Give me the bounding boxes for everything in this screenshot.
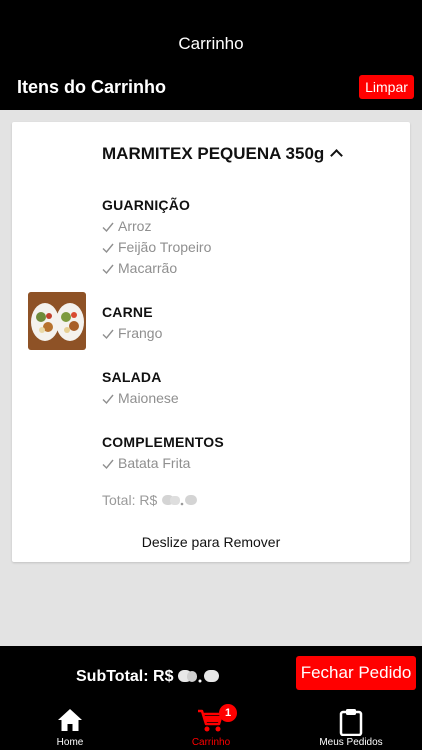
bottom-bar: SubTotal: R$ Fechar Pedido Home 1 Carrin… bbox=[0, 646, 422, 750]
option-label: Feijão Tropeiro bbox=[118, 239, 212, 255]
checkmark-icon bbox=[102, 459, 114, 469]
product-name-label: MARMITEX PEQUENA 350g bbox=[102, 144, 325, 163]
option-label: Arroz bbox=[118, 218, 152, 234]
page-title: Carrinho bbox=[178, 34, 244, 53]
checkout-button[interactable]: Fechar Pedido bbox=[296, 656, 416, 690]
tab-orders[interactable]: Meus Pedidos bbox=[301, 708, 401, 750]
group-title: CARNE bbox=[102, 304, 153, 320]
option-group: CARNE Frango bbox=[102, 301, 392, 344]
cart-count-badge: 1 bbox=[219, 704, 237, 722]
option-groups: GUARNIÇÃO Arroz Feijão Tropeiro Macarrão… bbox=[102, 194, 392, 496]
option-group: COMPLEMENTOS Batata Frita bbox=[102, 431, 392, 474]
checkmark-icon bbox=[102, 264, 114, 274]
total-label: Total: R$ bbox=[102, 492, 158, 508]
clear-cart-button[interactable]: Limpar bbox=[359, 75, 414, 99]
group-title: SALADA bbox=[102, 369, 162, 385]
swipe-hint: Deslize para Remover bbox=[141, 534, 281, 550]
chevron-up-icon[interactable] bbox=[330, 149, 344, 162]
clipboard-icon bbox=[339, 709, 363, 736]
option-group: SALADA Maionese bbox=[102, 366, 392, 409]
redacted-value-icon bbox=[162, 495, 198, 506]
checkmark-icon bbox=[102, 222, 114, 232]
option-label: Maionese bbox=[118, 390, 179, 406]
product-name[interactable]: MARMITEX PEQUENA 350g bbox=[102, 144, 344, 164]
tab-label: Carrinho bbox=[191, 737, 231, 748]
cart-item-card[interactable]: MARMITEX PEQUENA 350g GUARNIÇÃO Arroz Fe… bbox=[12, 122, 410, 562]
option-item: Arroz bbox=[102, 216, 392, 237]
tab-label: Home bbox=[56, 737, 84, 748]
tab-cart[interactable]: 1 Carrinho bbox=[161, 704, 261, 750]
option-item: Feijão Tropeiro bbox=[102, 237, 392, 258]
home-icon bbox=[58, 709, 82, 731]
top-header: Carrinho Itens do Carrinho Limpar bbox=[0, 0, 422, 110]
subtotal-label: SubTotal: R$ bbox=[76, 668, 174, 685]
option-item: Macarrão bbox=[102, 258, 392, 279]
option-label: Frango bbox=[118, 325, 163, 341]
tab-home[interactable]: Home bbox=[20, 708, 120, 750]
option-label: Batata Frita bbox=[118, 455, 191, 471]
group-title: COMPLEMENTOS bbox=[102, 434, 224, 450]
checkmark-icon bbox=[102, 329, 114, 339]
redacted-value-icon bbox=[178, 670, 220, 683]
item-total: Total: R$ bbox=[102, 492, 199, 508]
option-item: Frango bbox=[102, 323, 392, 344]
option-label: Macarrão bbox=[118, 260, 178, 276]
checkmark-icon bbox=[102, 243, 114, 253]
section-title: Itens do Carrinho bbox=[17, 77, 167, 97]
subtotal: SubTotal: R$ bbox=[76, 668, 221, 686]
option-item: Batata Frita bbox=[102, 453, 392, 474]
option-item: Maionese bbox=[102, 388, 392, 409]
option-group: GUARNIÇÃO Arroz Feijão Tropeiro Macarrão bbox=[102, 194, 392, 279]
group-title: GUARNIÇÃO bbox=[102, 197, 191, 213]
product-image bbox=[28, 292, 86, 350]
checkmark-icon bbox=[102, 394, 114, 404]
tab-label: Meus Pedidos bbox=[319, 737, 383, 748]
